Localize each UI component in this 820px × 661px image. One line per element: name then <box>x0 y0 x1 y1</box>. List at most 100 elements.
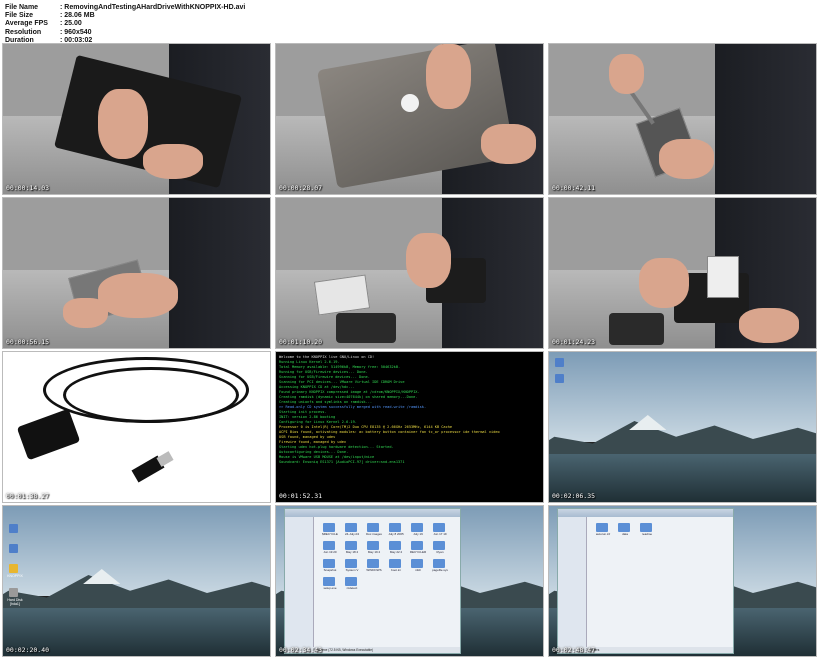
folder-icon <box>345 541 357 550</box>
folder-icon <box>345 577 357 586</box>
side-panel <box>558 517 587 653</box>
thumbnail-grid: 00:00:14.03 00:00:28.07 00:00:42.11 00:00:5… <box>2 43 818 659</box>
timestamp: 00:02:06.35 <box>552 492 596 500</box>
folder-icon <box>345 523 357 532</box>
file-item-label: Doc images <box>366 533 382 536</box>
trash-icon <box>9 524 18 533</box>
folder-icon <box>433 523 445 532</box>
folder-icon <box>433 559 445 568</box>
folder-icon <box>411 559 423 568</box>
hard-disk-icon <box>9 588 18 597</box>
folder-icon <box>640 523 652 532</box>
folder-icon <box>389 541 401 550</box>
hand <box>426 44 471 109</box>
video-thumbnail: Welcome to the KNOPPIX live GNU/Linux on… <box>275 351 544 503</box>
hard-drive <box>313 274 371 316</box>
video-thumbnail: KNOPPIX Hard Disk [hda1] 00:02:20.40 <box>2 505 271 657</box>
hand <box>481 124 536 164</box>
timestamp: 00:01:38.27 <box>6 492 50 500</box>
timestamp: 00:00:42.11 <box>552 184 596 192</box>
meta-row: File Size: 28.06 MB <box>5 12 245 20</box>
tray <box>336 313 396 343</box>
timestamp: 00:01:24.23 <box>552 338 596 346</box>
folder-icon <box>367 559 379 568</box>
folder-icon <box>323 577 335 586</box>
folder-icon <box>618 523 630 532</box>
file-item-label: setup.exe <box>323 587 337 590</box>
meta-row: Resolution : 960x540 <box>5 29 245 37</box>
file-item-label: autorun.inf <box>595 533 611 536</box>
logo-disc <box>401 94 419 112</box>
tray <box>609 313 664 345</box>
meta-value: : 25.00 <box>60 20 82 28</box>
file-item-label: July 19 <box>413 533 423 536</box>
file-manager-window: $RECYCLE 24-July-04 Doc images July 8 2005 J… <box>284 508 461 654</box>
file-item-label: Snapshot <box>323 569 337 572</box>
knoppix-icon <box>9 564 18 573</box>
video-thumbnail: autorun.inf data readme 3 Folders 00:02:48.4… <box>548 505 817 657</box>
video-thumbnail: 00:01:24.23 <box>548 197 817 349</box>
hard-drive <box>707 256 739 298</box>
folder-icon <box>367 541 379 550</box>
timestamp: 00:01:10.20 <box>279 338 323 346</box>
folder-icon <box>367 523 379 532</box>
folder-icon <box>323 541 335 550</box>
folder-icon <box>9 544 18 553</box>
video-thumbnail: $RECYCLE 24-July-04 Doc images July 8 2005 J… <box>275 505 544 657</box>
desktop-icon-label: KNOPPIX <box>7 574 23 578</box>
adapter <box>16 408 81 461</box>
video-thumbnail: 00:00:14.03 <box>2 43 271 195</box>
cable-loop <box>63 367 239 423</box>
folder-icon <box>323 559 335 568</box>
video-thumbnail: 00:02:06.35 <box>548 351 817 503</box>
meta-value: : RemovingAndTestingAHardDriveWithKNOPPI… <box>60 4 246 11</box>
file-item-label: pagefile.sys <box>432 569 448 572</box>
file-item-label: May 19 2 <box>367 551 381 554</box>
file-item-label: Jun 17 19 <box>433 533 447 536</box>
folder-icon <box>411 523 423 532</box>
video-thumbnail: 00:01:10.20 <box>275 197 544 349</box>
file-item-label: $RECYCLE <box>322 533 338 536</box>
meta-value: : 960x540 <box>60 28 92 36</box>
file-item-label: boot.ini <box>391 569 401 572</box>
meta-label: File Size <box>5 12 34 20</box>
trash-icon <box>555 358 564 367</box>
folder-icon <box>389 523 401 532</box>
folder-icon <box>323 523 335 532</box>
timestamp: 00:02:34.43 <box>279 646 323 654</box>
meta-row: Average FPS : 25.00 <box>5 20 245 28</box>
file-item-label: July 8 2005 <box>388 533 404 536</box>
file-item-label: 24-July-04 <box>344 533 359 536</box>
terminal-output: Welcome to the KNOPPIX live GNU/Linux on… <box>279 355 540 465</box>
title-bar <box>285 509 460 517</box>
file-item-label: readme <box>641 533 653 536</box>
meta-row: File Name : RemovingAndTestingAHardDriveW… <box>5 4 245 12</box>
folder-icon <box>389 559 401 568</box>
folder-icon <box>411 541 423 550</box>
file-item-label: ntdetect <box>346 587 358 590</box>
file-info: File Name : RemovingAndTestingAHardDriveW… <box>5 4 245 45</box>
hand <box>406 233 451 288</box>
meta-label: Resolution <box>5 28 42 36</box>
file-item-label: May 18 2 <box>345 551 359 554</box>
timestamp: 00:01:52.31 <box>279 492 323 500</box>
meta-label: Average FPS <box>5 20 48 28</box>
folder-icon <box>555 374 564 383</box>
file-item-label: data <box>622 533 628 536</box>
hand <box>98 89 148 159</box>
video-thumbnail: 00:00:56.15 <box>2 197 271 349</box>
file-item-label: May 22 2 <box>389 551 403 554</box>
file-manager-window: autorun.inf data readme 3 Folders <box>557 508 734 654</box>
sky <box>3 506 270 596</box>
meta-label: File Name <box>5 4 39 11</box>
video-thumbnail: 00:00:42.11 <box>548 43 817 195</box>
sky <box>549 352 816 442</box>
hand <box>98 273 178 318</box>
folder-icon <box>433 541 445 550</box>
hand <box>609 54 644 94</box>
file-item-label: ntldr <box>415 569 421 572</box>
video-thumbnail: 00:00:28.07 <box>275 43 544 195</box>
timestamp: 00:00:28.07 <box>279 184 323 192</box>
timestamp: 00:00:14.03 <box>6 184 50 192</box>
file-item-label: System V <box>345 569 359 572</box>
